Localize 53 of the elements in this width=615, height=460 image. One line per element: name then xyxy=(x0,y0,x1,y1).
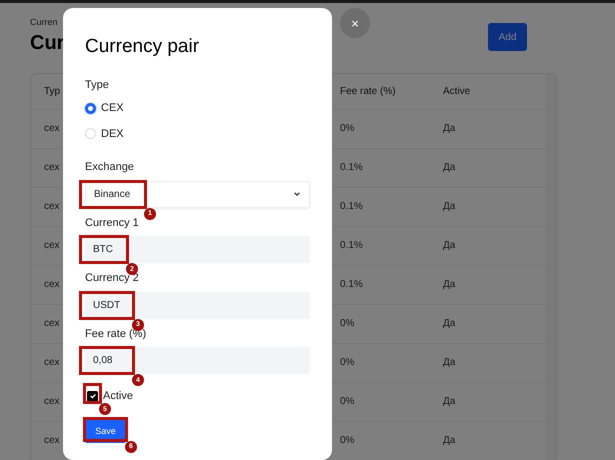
annotation-box xyxy=(79,235,129,264)
checkbox-label: Active xyxy=(103,389,133,404)
close-button[interactable]: × xyxy=(340,8,370,38)
annotation-box xyxy=(83,383,102,404)
column-header: Fee rate (%) xyxy=(340,84,397,98)
breadcrumb: Curren xyxy=(30,16,59,29)
annotation-box xyxy=(79,290,135,320)
annotation-box xyxy=(83,416,128,442)
text-input[interactable]: BTC xyxy=(85,236,310,263)
radio-button[interactable] xyxy=(85,102,96,114)
page-title: Cur xyxy=(30,30,64,54)
text-input[interactable]: 0,08 xyxy=(85,347,310,374)
chevron-down-icon xyxy=(293,190,301,198)
table-cell-text: Да xyxy=(443,278,456,292)
checkbox[interactable] xyxy=(87,390,98,402)
table-cell-text: Да xyxy=(443,239,456,253)
table-cell-text: 0.1% xyxy=(340,278,364,292)
table-cell-text: 0% xyxy=(340,317,356,331)
field-label: Exchange xyxy=(85,160,135,175)
table-cell-text: 0% xyxy=(340,356,356,370)
annotation-box xyxy=(79,346,135,375)
check-icon xyxy=(88,392,96,400)
table-cell-text: cex xyxy=(43,278,61,292)
table-cell-text: cex xyxy=(43,434,61,448)
table-cell-text: 0.1% xyxy=(340,161,364,175)
field-label: Currency 1 xyxy=(85,216,140,230)
table-cell-text: cex xyxy=(43,317,61,331)
table-cell-text: 0% xyxy=(340,434,356,448)
table-cell-text: cex xyxy=(43,356,61,370)
table-cell-text: 0.1% xyxy=(340,239,364,253)
table-cell-text: Да xyxy=(443,161,456,175)
table-cell-text: cex xyxy=(43,200,61,214)
table-cell-text: Да xyxy=(443,356,456,370)
text-input[interactable]: USDT xyxy=(85,292,310,318)
table-cell-text: cex xyxy=(43,395,61,409)
table-cell-text: 0% xyxy=(340,395,356,409)
table-cell-text: Да xyxy=(443,395,456,409)
field-label: Type xyxy=(85,78,110,92)
table-cell-text: 0% xyxy=(340,122,356,136)
dialog-title: Currency pair xyxy=(85,35,200,59)
table-cell-text: cex xyxy=(43,161,61,175)
table-cell-text: cex xyxy=(43,122,61,136)
column-header: Typ xyxy=(43,84,62,98)
table-cell-text: Да xyxy=(443,200,456,214)
column-header: Active xyxy=(443,84,472,98)
annotation-box xyxy=(79,180,147,208)
table-cell-text: 0.1% xyxy=(340,200,364,214)
table-cell-text: Да xyxy=(443,122,456,136)
table-cell-text: Да xyxy=(443,434,456,448)
radio-label: CEX xyxy=(101,101,124,116)
radio-label: DEX xyxy=(101,126,124,142)
table-cell-text: cex xyxy=(43,239,61,253)
table-cell-text: Да xyxy=(443,317,456,331)
